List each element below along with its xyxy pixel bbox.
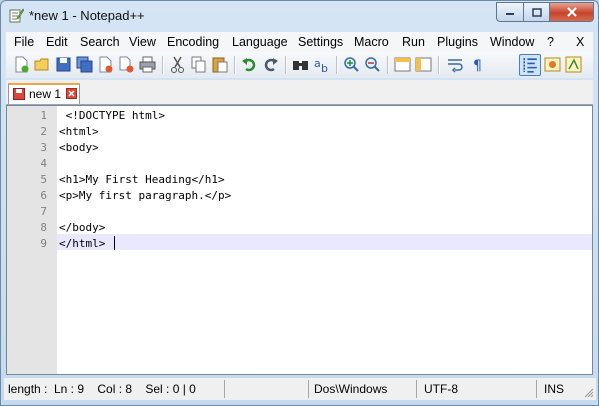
status-encoding[interactable]: UTF-8: [424, 382, 458, 396]
close-window-button[interactable]: [550, 2, 594, 22]
user-language-icon[interactable]: [543, 55, 562, 74]
status-position: Ln : 9 Col : 8 Sel : 0 | 0: [54, 382, 196, 396]
notepadpp-window: *new 1 - Notepad++ File Edit Search View…: [0, 0, 599, 406]
status-length: length :: [8, 382, 48, 396]
code-line[interactable]: </html>: [59, 237, 105, 250]
line-number: 9: [40, 237, 47, 250]
line-number: 3: [40, 141, 47, 154]
save-all-icon[interactable]: [75, 55, 94, 74]
save-icon[interactable]: [54, 55, 73, 74]
line-number: 1: [40, 109, 47, 122]
undo-icon[interactable]: [240, 55, 259, 74]
indent-guide-icon[interactable]: [519, 54, 541, 76]
open-file-icon[interactable]: [33, 55, 52, 74]
menu-edit[interactable]: Edit: [46, 35, 68, 49]
new-file-icon[interactable]: [12, 55, 31, 74]
redo-icon[interactable]: [261, 55, 280, 74]
code-line[interactable]: <body>: [59, 141, 99, 154]
line-number: 8: [40, 221, 47, 234]
window-controls: [496, 2, 594, 22]
code-line[interactable]: <!DOCTYPE html>: [59, 109, 165, 122]
function-list-icon[interactable]: [564, 55, 583, 74]
sync-vertical-icon[interactable]: [393, 55, 412, 74]
close-x-icon: [68, 90, 75, 97]
replace-icon[interactable]: ab: [312, 55, 331, 74]
zoom-in-icon[interactable]: [342, 55, 361, 74]
line-number: 5: [40, 173, 47, 186]
menu-help[interactable]: ?: [547, 35, 554, 49]
menu-macro[interactable]: Macro: [354, 35, 389, 49]
window-title: *new 1 - Notepad++: [29, 8, 145, 23]
current-line-highlight: [57, 234, 592, 250]
tab-bar: new 1: [6, 80, 593, 105]
tab-new-1[interactable]: new 1: [8, 83, 80, 104]
svg-text:b: b: [321, 62, 328, 74]
menu-settings[interactable]: Settings: [298, 35, 343, 49]
status-separator: [416, 380, 417, 398]
close-all-icon[interactable]: [117, 55, 136, 74]
notepad-app-icon: [9, 8, 24, 23]
close-icon[interactable]: [96, 55, 115, 74]
status-insert-mode[interactable]: INS: [544, 382, 564, 396]
code-line[interactable]: <p>My first paragraph.</p>: [59, 189, 231, 202]
menu-close-document[interactable]: X: [576, 35, 584, 49]
menu-view[interactable]: View: [129, 35, 156, 49]
cut-icon[interactable]: [168, 55, 187, 74]
copy-icon[interactable]: [189, 55, 208, 74]
menu-language[interactable]: Language: [232, 35, 288, 49]
print-icon[interactable]: [138, 55, 157, 74]
text-caret: [114, 236, 115, 250]
toolbar-separator: [234, 56, 236, 74]
find-icon[interactable]: [291, 55, 310, 74]
toolbar: ab ¶: [6, 52, 593, 78]
show-all-chars-icon[interactable]: ¶: [469, 55, 488, 74]
maximize-icon: [531, 7, 542, 17]
tab-label: new 1: [29, 87, 62, 101]
line-number: 2: [40, 125, 47, 138]
toolbar-separator: [438, 56, 440, 74]
code-line[interactable]: <h1>My First Heading</h1>: [59, 173, 225, 186]
maximize-button[interactable]: [524, 2, 550, 22]
svg-text:a: a: [314, 57, 321, 70]
word-wrap-icon[interactable]: [446, 55, 465, 74]
text-editor[interactable]: 1 2 3 4 5 6 7 8 9 <!DOCTYPE html> <html>…: [6, 105, 593, 375]
status-separator: [308, 380, 309, 398]
minimize-button[interactable]: [496, 2, 524, 22]
status-separator: [536, 380, 537, 398]
paste-icon[interactable]: [210, 55, 229, 74]
code-line[interactable]: <html>: [59, 125, 99, 138]
title-bar[interactable]: *new 1 - Notepad++: [1, 1, 598, 29]
toolbar-separator: [336, 56, 338, 74]
svg-text:¶: ¶: [473, 58, 482, 74]
toolbar-separator: [285, 56, 287, 74]
status-eol-format[interactable]: Dos\Windows: [314, 382, 387, 396]
zoom-out-icon[interactable]: [363, 55, 382, 74]
tab-close-button[interactable]: [66, 88, 77, 99]
minimize-icon: [506, 13, 514, 15]
resize-grip-icon[interactable]: [584, 388, 594, 398]
menu-encoding[interactable]: Encoding: [167, 35, 219, 49]
status-bar: length : Ln : 9 Col : 8 Sel : 0 | 0 Dos\…: [4, 378, 596, 400]
status-separator: [224, 380, 225, 398]
toolbar-separator: [162, 56, 164, 74]
menu-window[interactable]: Window: [490, 35, 534, 49]
menu-file[interactable]: File: [14, 35, 34, 49]
line-number: 6: [40, 189, 47, 202]
unsaved-file-icon: [13, 88, 25, 100]
menu-run[interactable]: Run: [402, 35, 425, 49]
line-number: 4: [40, 157, 47, 170]
code-line[interactable]: </body>: [59, 221, 105, 234]
toolbar-separator: [387, 56, 389, 74]
menu-bar: File Edit Search View Encoding Language …: [6, 32, 593, 52]
sync-horizontal-icon[interactable]: [414, 55, 433, 74]
menu-plugins[interactable]: Plugins: [437, 35, 478, 49]
line-number: 7: [40, 205, 47, 218]
close-x-icon: [566, 7, 577, 17]
menu-search[interactable]: Search: [80, 35, 120, 49]
